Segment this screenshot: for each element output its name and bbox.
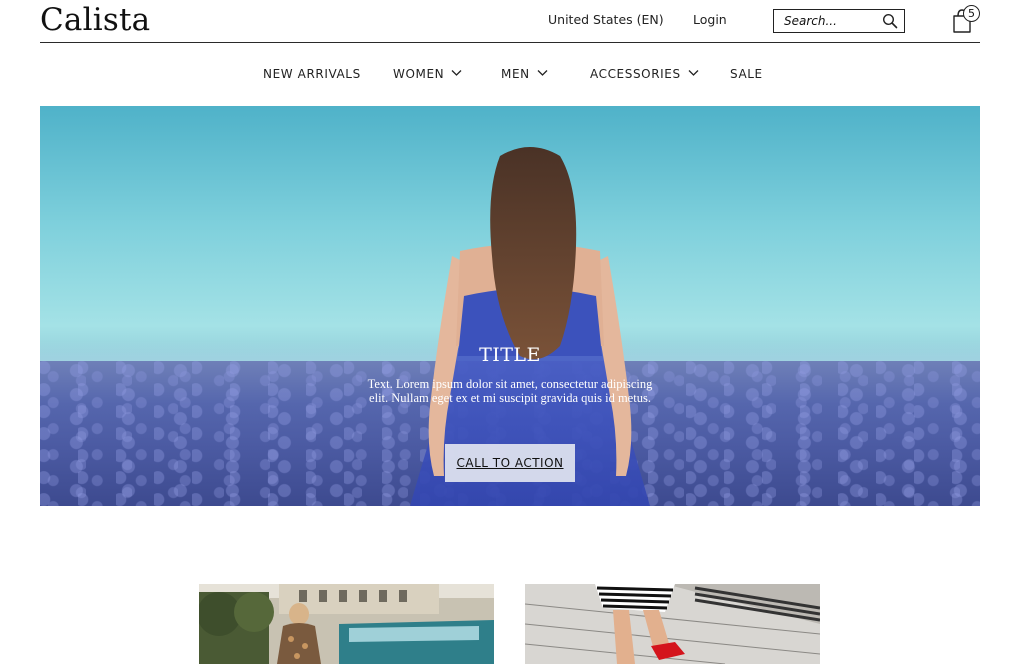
nav-item-label: NEW ARRIVALS (263, 67, 361, 81)
product-tile-street-style[interactable] (199, 584, 494, 664)
search-input[interactable] (774, 10, 879, 32)
chevron-down-icon (451, 70, 462, 76)
chevron-down-icon (537, 70, 548, 76)
hero-description: Text. Lorem ipsum dolor sit amet, consec… (367, 377, 653, 405)
product-tile-red-shoes[interactable] (525, 584, 820, 664)
search-icon[interactable] (882, 13, 898, 29)
nav-item-sale[interactable]: SALE (730, 67, 763, 81)
main-navigation: NEW ARRIVALS WOMEN MEN ACCESSORIES SALE (0, 62, 1021, 88)
street-style-photo (199, 584, 494, 664)
nav-item-label: WOMEN (393, 67, 445, 81)
nav-item-accessories[interactable]: ACCESSORIES (590, 67, 699, 81)
cart-count-badge: 5 (963, 5, 980, 22)
nav-item-new-arrivals[interactable]: NEW ARRIVALS (263, 67, 361, 81)
site-header: Calista United States (EN) Login 5 (40, 0, 980, 43)
red-shoes-photo (525, 584, 820, 664)
cart-button[interactable]: 5 (951, 5, 981, 35)
nav-item-label: MEN (501, 67, 530, 81)
chevron-down-icon (688, 70, 699, 76)
hero-content: TITLE Text. Lorem ipsum dolor sit amet, … (40, 106, 980, 506)
nav-item-men[interactable]: MEN (501, 67, 548, 81)
hero-title: TITLE (479, 344, 541, 366)
nav-item-label: ACCESSORIES (590, 67, 681, 81)
nav-item-women[interactable]: WOMEN (393, 67, 462, 81)
nav-item-label: SALE (730, 67, 763, 81)
brand-logo[interactable]: Calista (40, 1, 150, 39)
call-to-action-button[interactable]: CALL TO ACTION (445, 444, 575, 482)
search-box (773, 9, 905, 33)
login-link[interactable]: Login (693, 12, 727, 27)
hero-banner: TITLE Text. Lorem ipsum dolor sit amet, … (40, 106, 980, 506)
region-selector[interactable]: United States (EN) (548, 12, 664, 27)
